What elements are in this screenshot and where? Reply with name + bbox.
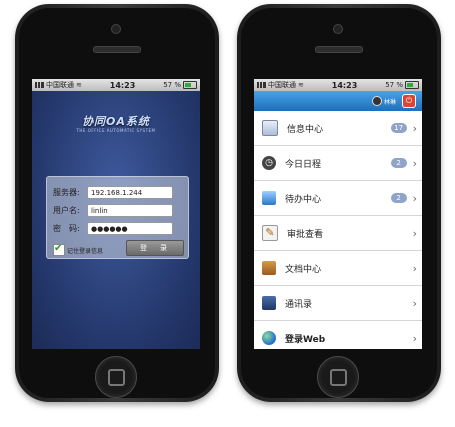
menu-item-approval-view[interactable]: ✎ 审批查看 › — [254, 216, 422, 251]
mail-icon — [262, 120, 278, 136]
carrier: 中国联通 — [46, 81, 74, 89]
computer-icon — [262, 191, 276, 205]
server-row: 服务器: 192.168.1.244 — [53, 186, 173, 199]
remember-login[interactable]: 记住登录信息 — [53, 243, 104, 256]
menu-list: 信息中心 17 › ◷ 今日日程 2 › 待办中心 2 › ✎ 审批查看 › 文… — [254, 111, 422, 349]
earpiece-speaker — [93, 46, 141, 53]
app-logo-title: 协同OA系统 — [82, 115, 150, 128]
login-background: 协同OA系统 THE OFFICE AUTOMATIC SYSTEM 服务器: … — [32, 91, 200, 349]
menu-item-info-center[interactable]: 信息中心 17 › — [254, 111, 422, 146]
menu-item-today-schedule[interactable]: ◷ 今日日程 2 › — [254, 146, 422, 181]
home-button[interactable] — [95, 356, 137, 398]
current-user[interactable]: 林琳 — [371, 96, 396, 106]
user-icon — [371, 96, 382, 106]
app-logo-subtitle: THE OFFICE AUTOMATIC SYSTEM — [76, 128, 156, 133]
carrier: 中国联通 — [268, 81, 296, 89]
globe-icon — [262, 331, 276, 345]
home-button[interactable] — [317, 356, 359, 398]
remember-label: 记住登录信息 — [67, 247, 104, 255]
username-input[interactable]: linlin — [87, 204, 173, 217]
username-label: 用户名: — [53, 206, 80, 215]
menu-item-label: 登录Web — [285, 334, 326, 345]
signal-icon — [35, 82, 44, 88]
count-badge: 17 — [390, 123, 407, 133]
front-camera — [333, 24, 343, 34]
current-user-name: 林琳 — [383, 98, 396, 106]
status-bar: 中国联通 ≋ 14:23 57 % — [32, 79, 200, 91]
clock-icon: ◷ — [262, 156, 276, 170]
menu-item-label: 通讯录 — [285, 299, 313, 310]
login-form: 服务器: 192.168.1.244 用户名: linlin 密 码: ●●●●… — [46, 176, 189, 259]
earpiece-speaker — [315, 46, 363, 53]
battery-icon — [404, 81, 419, 89]
menu-item-label: 待办中心 — [285, 194, 322, 205]
server-label: 服务器: — [53, 188, 80, 197]
chevron-right-icon: › — [412, 296, 417, 310]
count-badge: 2 — [390, 158, 407, 168]
login-screen: 中国联通 ≋ 14:23 57 % 协同OA系统 THE OFFICE AUTOM… — [32, 79, 200, 349]
chevron-right-icon: › — [412, 121, 417, 135]
menu-item-login-web[interactable]: 登录Web › — [254, 321, 422, 349]
phone-right: 中国联通 ≋ 14:23 57 % 林琳 ⏻ 信息中心 17 › ◷ 今日日程 2… — [237, 4, 441, 402]
password-row: 密 码: ●●●●●● — [53, 222, 173, 235]
battery-icon — [182, 81, 197, 89]
count-badge: 2 — [390, 193, 407, 203]
front-camera — [111, 24, 121, 34]
wifi-icon: ≋ — [76, 81, 82, 89]
remember-checkbox[interactable] — [53, 243, 65, 256]
clock-time: 14:23 — [331, 80, 358, 90]
login-button[interactable]: 登 录 — [126, 240, 184, 256]
signal-icon — [257, 82, 266, 88]
password-input[interactable]: ●●●●●● — [87, 222, 173, 235]
menu-item-label: 信息中心 — [287, 124, 324, 135]
battery-percent: 57 % — [163, 81, 181, 89]
logout-power-icon[interactable]: ⏻ — [402, 94, 416, 108]
menu-item-document-center[interactable]: 文档中心 › — [254, 251, 422, 286]
chevron-right-icon: › — [412, 191, 417, 205]
status-bar: 中国联通 ≋ 14:23 57 % — [254, 79, 422, 91]
phone-left: 中国联通 ≋ 14:23 57 % 协同OA系统 THE OFFICE AUTOM… — [15, 4, 219, 402]
chevron-right-icon: › — [412, 331, 417, 345]
address-book-icon — [262, 296, 276, 310]
clock-time: 14:23 — [109, 80, 136, 90]
chevron-right-icon: › — [412, 226, 417, 240]
menu-item-label: 今日日程 — [285, 159, 322, 170]
chevron-right-icon: › — [412, 261, 417, 275]
briefcase-icon — [262, 261, 276, 275]
password-label: 密 码: — [53, 224, 80, 233]
menu-item-label: 文档中心 — [285, 264, 322, 275]
menu-item-todo-center[interactable]: 待办中心 2 › — [254, 181, 422, 216]
username-row: 用户名: linlin — [53, 204, 173, 217]
battery-percent: 57 % — [385, 81, 403, 89]
wifi-icon: ≋ — [298, 81, 304, 89]
notepad-icon: ✎ — [262, 225, 278, 241]
menu-header: 林琳 ⏻ — [254, 91, 422, 111]
menu-item-contacts[interactable]: 通讯录 › — [254, 286, 422, 321]
menu-item-label: 审批查看 — [287, 229, 324, 240]
server-input[interactable]: 192.168.1.244 — [87, 186, 173, 199]
menu-screen: 中国联通 ≋ 14:23 57 % 林琳 ⏻ 信息中心 17 › ◷ 今日日程 2… — [254, 79, 422, 349]
chevron-right-icon: › — [412, 156, 417, 170]
